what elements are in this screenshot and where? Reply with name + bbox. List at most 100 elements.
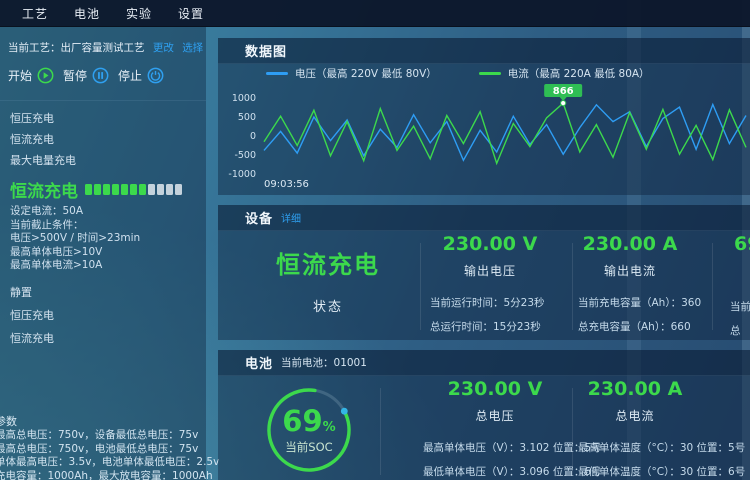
step-detail-line-4: 最高单体电压>10V: [10, 246, 202, 260]
step-item-3[interactable]: 最大电量充电: [10, 150, 202, 171]
device-panel: 设备 详细 恒流充电 状态 230.00 V输出电压当前运行时间：5分23秒总运…: [218, 205, 750, 340]
step-item-after-2[interactable]: 恒压充电: [10, 304, 202, 327]
device-value-label-2: 输出电流: [540, 262, 720, 279]
progress-block: [85, 184, 92, 195]
progress-block: [157, 184, 164, 195]
start-button-label: 开始: [8, 67, 32, 84]
battery-info-row: 最低单体温度（°C）：30 位置：6号: [535, 464, 735, 479]
pause-button-label: 暂停: [63, 67, 87, 84]
select-process-link[interactable]: 选择: [182, 42, 203, 54]
data-point-marker: [561, 100, 566, 105]
stop-button[interactable]: 停止: [118, 67, 164, 84]
tooltip-value: 866: [553, 86, 574, 97]
step-detail-line-5: 最高单体电流>10A: [10, 259, 202, 273]
step-item-active[interactable]: 恒流充电: [10, 177, 202, 201]
step-item-after-1[interactable]: 静置: [10, 281, 202, 304]
battery-title: 电池: [245, 353, 273, 372]
chart-title: 数据图: [245, 41, 287, 60]
progress-block: [175, 184, 182, 195]
current-battery-id: 当前电池：01001: [281, 355, 367, 370]
step-item-1[interactable]: 恒压充电: [10, 108, 202, 129]
device-panel-header: 设备 详细: [218, 205, 750, 231]
step-detail-line-2: 当前截止条件：: [10, 219, 202, 233]
progress-block: [94, 184, 101, 195]
chart-legend: 电压（最高 220V 最低 80V） 电流（最高 220A 最低 80A）: [218, 64, 750, 83]
soc-value: 69: [282, 404, 322, 438]
column-divider: [572, 388, 573, 475]
column-divider: [420, 243, 421, 330]
step-progress-bar: [85, 184, 182, 195]
param-line-2: 最高总电压：750v，电池最低总电压：75v: [0, 443, 219, 457]
chart-plot[interactable]: 10005000-500-100009:03:56866: [218, 83, 750, 195]
soc-readout: 69% 当前SOC: [259, 404, 359, 455]
battery-panel: 电池 当前电池：01001 69% 当前SOC 230.00 V总电压最高单体电…: [218, 350, 750, 480]
process-header: 当前工艺：出厂容量测试工艺 更改 选择 开始 暂停 停止: [0, 27, 206, 101]
step-list: 恒压充电恒流充电最大电量充电恒流充电设定电流：50A当前截止条件：电压>500V…: [10, 108, 202, 350]
nav-item-3[interactable]: 实验: [126, 5, 152, 22]
step-detail-line-3: 电压>500V / 时间>23min: [10, 232, 202, 246]
progress-block: [139, 184, 146, 195]
progress-block: [148, 184, 155, 195]
param-line-3: 单体最高电压：3.5v，电池单体最低电压：2.5v: [0, 456, 219, 470]
step-item-2[interactable]: 恒流充电: [10, 129, 202, 150]
stop-icon: [147, 67, 164, 84]
device-info-row: 当前: [724, 299, 750, 314]
dashboard: 工艺电池实验设置 当前工艺：出厂容量测试工艺 更改 选择 开始暂停停止 恒压充电…: [0, 0, 750, 480]
progress-block: [121, 184, 128, 195]
legend-label-1: 电压（最高 220V 最低 80V）: [295, 66, 437, 81]
column-divider: [572, 243, 573, 330]
nav-item-2[interactable]: 电池: [74, 5, 100, 22]
legend-swatch-2: [479, 72, 501, 75]
legend-swatch-1: [266, 72, 288, 75]
nav-item-1[interactable]: 工艺: [22, 5, 48, 22]
y-axis-tick: 500: [238, 112, 256, 123]
device-status: 恒流充电 状态: [248, 231, 408, 315]
run-controls: 开始 暂停 停止: [8, 67, 164, 84]
protection-params: 参数 最高总电压：750v，设备最低总电压：75v最高总电压：750v，电池最低…: [0, 415, 219, 480]
device-metric-3: 69当前总: [724, 233, 750, 338]
pause-button[interactable]: 暂停: [63, 67, 109, 84]
device-details-link[interactable]: 详细: [281, 210, 301, 225]
progress-block: [130, 184, 137, 195]
x-axis-start-time: 09:03:56: [264, 179, 309, 190]
current-process-label: 当前工艺：出厂容量测试工艺: [8, 42, 145, 54]
param-line-1: 最高总电压：750v，设备最低总电压：75v: [0, 429, 219, 443]
battery-info-row: 最高单体温度（°C）：30 位置：5号: [535, 440, 735, 455]
device-status-value: 恒流充电: [248, 245, 408, 280]
device-title: 设备: [245, 208, 273, 227]
series-line-1: [264, 105, 746, 161]
upcoming-steps: 静置恒压充电恒流充电: [10, 281, 202, 350]
soc-gauge: 69% 当前SOC: [259, 380, 359, 480]
device-value-3: 69: [724, 233, 750, 255]
current-process: 当前工艺：出厂容量测试工艺 更改 选择: [8, 40, 203, 55]
progress-block: [112, 184, 119, 195]
start-button[interactable]: 开始: [8, 67, 54, 84]
battery-panel-header: 电池 当前电池：01001: [218, 350, 750, 376]
step-detail-line-1: 设定电流：50A: [10, 205, 202, 219]
step-item-after-3[interactable]: 恒流充电: [10, 327, 202, 350]
soc-label: 当前SOC: [259, 439, 359, 455]
y-axis-tick: 0: [250, 131, 256, 142]
legend-item-1: 电压（最高 220V 最低 80V）: [266, 66, 437, 81]
device-status-label: 状态: [248, 296, 408, 315]
active-step-label: 恒流充电: [10, 177, 78, 202]
progress-block: [166, 184, 173, 195]
change-process-link[interactable]: 更改: [153, 42, 174, 54]
params-title: 参数: [0, 415, 219, 429]
top-navbar: 工艺 电池 实验 设置: [0, 0, 750, 27]
param-line-4: 充电容量：1000Ah，最大放电容量：1000Ah: [0, 470, 219, 480]
y-axis-tick: -500: [234, 150, 256, 161]
nav-item-4[interactable]: 设置: [178, 5, 204, 22]
active-step-details: 设定电流：50A当前截止条件：电压>500V / 时间>23min最高单体电压>…: [10, 205, 202, 273]
legend-label-2: 电流（最高 220A 最低 80A）: [508, 66, 650, 81]
start-icon: [37, 67, 54, 84]
device-value-2: 230.00 A: [540, 233, 720, 255]
data-chart-panel: 数据图 电压（最高 220V 最低 80V） 电流（最高 220A 最低 80A）…: [218, 38, 750, 195]
device-info-row: 总充电容量（Ah）：660: [540, 319, 720, 334]
pause-icon: [92, 67, 109, 84]
soc-unit: %: [323, 420, 336, 435]
column-divider: [712, 243, 713, 330]
chart-panel-header: 数据图: [218, 38, 750, 64]
stop-button-label: 停止: [118, 67, 142, 84]
battery-value-2: 230.00 A: [535, 378, 735, 400]
